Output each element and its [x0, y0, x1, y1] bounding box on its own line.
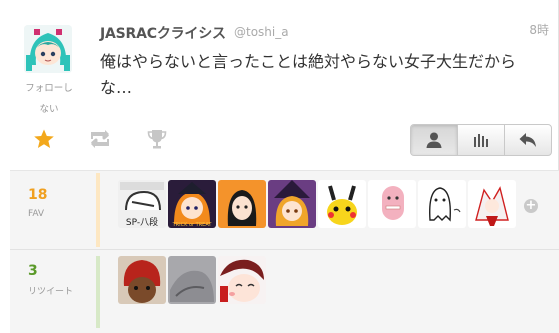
- follow-status-line1: フォローし: [25, 83, 73, 94]
- bar-chart-icon: [474, 134, 488, 147]
- retweets-row: 3 リツイート: [10, 249, 559, 329]
- retweet-icon: [91, 130, 109, 148]
- trophy-icon: [147, 130, 167, 149]
- favoriter-avatar[interactable]: [368, 180, 416, 228]
- favoriter-avatar[interactable]: SP-八段: [118, 180, 166, 228]
- retweeter-avatar[interactable]: [218, 256, 266, 304]
- favoriter-avatar[interactable]: [268, 180, 316, 228]
- favorite-button[interactable]: [32, 127, 56, 151]
- favoriter-avatar[interactable]: [418, 180, 466, 228]
- reply-button[interactable]: [505, 125, 551, 155]
- retweeter-avatars: [118, 256, 268, 304]
- retweeter-avatar[interactable]: [118, 256, 166, 304]
- favorite-label: FAV: [28, 209, 45, 219]
- display-name[interactable]: JASRACクライシス: [100, 23, 226, 43]
- follow-status-line2: ない: [39, 104, 59, 115]
- tweet-text: 俺はやらないと言ったことは絶対やらない女子大生だから な…: [100, 52, 517, 97]
- user-icon: [426, 132, 442, 148]
- trophy-button[interactable]: [145, 127, 169, 151]
- user-view-button[interactable]: [411, 125, 458, 155]
- svg-text:TRICK or TREAT: TRICK or TREAT: [172, 222, 213, 228]
- follow-status: フォローし ない: [18, 78, 80, 120]
- favorite-count[interactable]: 18: [28, 187, 47, 203]
- more-favorites-icon[interactable]: +: [524, 199, 538, 213]
- timestamp[interactable]: 8時: [529, 21, 549, 38]
- retweets-divider: [96, 256, 100, 328]
- favoriter-avatars: SP-八段 TRICK or TREAT: [118, 180, 518, 228]
- favoriter-avatar[interactable]: [318, 180, 366, 228]
- retweet-button[interactable]: [88, 127, 112, 151]
- view-toggle-group: [410, 124, 552, 156]
- favoriter-avatar[interactable]: [468, 180, 516, 228]
- retweet-count[interactable]: 3: [28, 263, 38, 279]
- svg-text:SP-八段: SP-八段: [126, 216, 158, 228]
- tweet-card: フォローし ない JASRACクライシス @toshi_a 8時 俺はやらないと…: [0, 0, 559, 333]
- user-handle[interactable]: @toshi_a: [234, 25, 289, 39]
- star-icon: [34, 129, 54, 148]
- avatar[interactable]: [24, 25, 72, 73]
- retweet-label: リツイート: [28, 287, 74, 297]
- stats-view-button[interactable]: [458, 125, 505, 155]
- reply-icon: [519, 133, 536, 147]
- favoriter-avatar[interactable]: [218, 180, 266, 228]
- favoriter-avatar[interactable]: TRICK or TREAT: [168, 180, 216, 228]
- retweeter-avatar[interactable]: [168, 256, 216, 304]
- favorites-divider: [96, 173, 100, 247]
